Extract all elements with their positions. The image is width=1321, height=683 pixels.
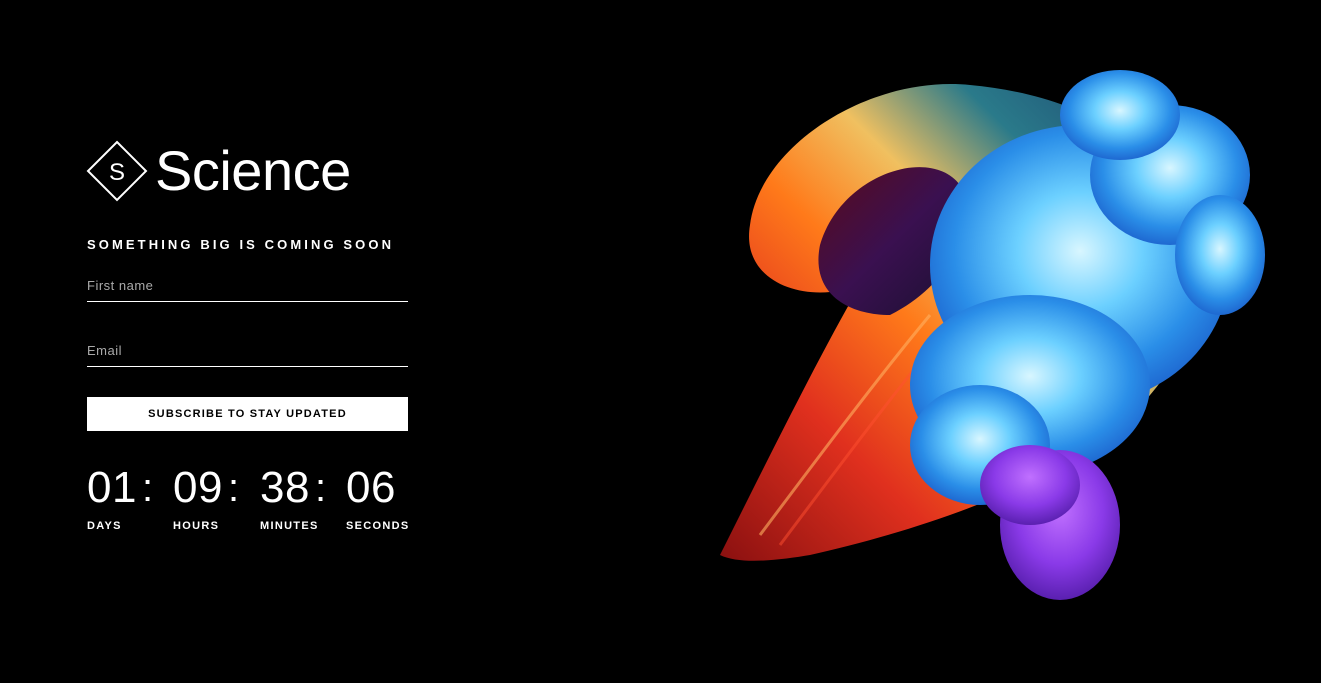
countdown-minutes: 38 MINUTES: [260, 462, 319, 532]
countdown-separator: :: [142, 466, 154, 510]
email-input[interactable]: [87, 342, 408, 367]
countdown-days-label: DAYS: [87, 520, 122, 532]
countdown-separator: :: [315, 466, 327, 510]
page-tagline: SOMETHING BIG IS COMING SOON: [87, 237, 395, 252]
countdown-minutes-label: MINUTES: [260, 520, 319, 532]
countdown-days-value: 01: [87, 463, 137, 512]
purple-smoke-cloud: [980, 445, 1120, 600]
hero-abstract-artwork: [700, 55, 1280, 630]
countdown-minutes-value: 38: [260, 463, 310, 512]
countdown-seconds: 06 SECONDS: [346, 462, 410, 532]
logo-mark-letter: S: [109, 159, 125, 186]
diamond-s-logo-icon: S: [86, 140, 148, 202]
countdown-separator: :: [228, 466, 240, 510]
countdown-hours: 09 HOURS: [173, 462, 223, 532]
countdown-days: 01 DAYS: [87, 462, 137, 532]
brand-name: Science: [155, 139, 351, 202]
countdown-timer: 01 DAYS : 09 HOURS : 38 MINUTES : 06 SEC…: [87, 462, 417, 542]
first-name-input[interactable]: [87, 277, 408, 302]
countdown-seconds-label: SECONDS: [346, 520, 410, 532]
coming-soon-panel: S Science SOMETHING BIG IS COMING SOON S…: [86, 0, 417, 683]
countdown-hours-label: HOURS: [173, 520, 220, 532]
countdown-hours-value: 09: [173, 463, 223, 512]
countdown-seconds-value: 06: [346, 463, 396, 512]
brand-logo[interactable]: S Science: [86, 139, 351, 202]
subscribe-button[interactable]: SUBSCRIBE TO STAY UPDATED: [87, 397, 408, 431]
